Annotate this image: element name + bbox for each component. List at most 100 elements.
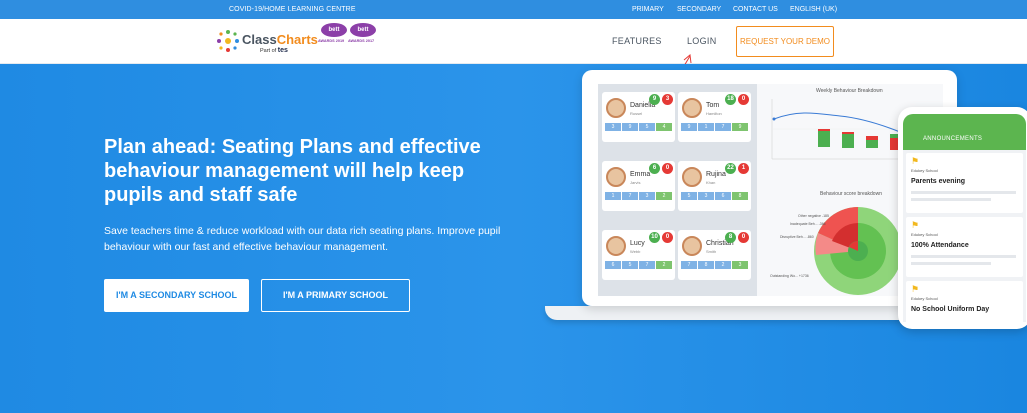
slice-label: Disruptive Beh... -860 — [780, 235, 814, 239]
data-cell: 2 — [656, 261, 672, 269]
pin-icon: ⚑ — [911, 220, 920, 230]
data-cell: 9 — [732, 123, 748, 131]
secondary-link[interactable]: SECONDARY — [677, 6, 721, 13]
negative-points-badge: 3 — [662, 94, 673, 105]
data-cell: 7 — [639, 261, 655, 269]
data-cell: 8 — [698, 261, 714, 269]
announcement-card[interactable]: ⚑ Edukey School Parents evening — [906, 153, 1023, 213]
slice-label: Inadequate Beh... -366 — [790, 222, 826, 226]
negative-points-badge: 0 — [662, 232, 673, 243]
announcement-card[interactable]: ⚑ Edukey School 100% Attendance — [906, 217, 1023, 277]
slice-label: Other negative -185 — [798, 214, 829, 218]
sparkle-logo-icon — [217, 30, 239, 52]
bett-award-badge: bett — [350, 23, 376, 37]
hero-headline: Plan ahead: Seating Plans and effective … — [104, 136, 481, 206]
award-caption: AWARDS 2019 — [318, 39, 345, 43]
data-cell: 5 — [681, 192, 697, 200]
student-avatar — [682, 167, 702, 187]
student-name: Tom — [706, 102, 720, 109]
negative-points-badge: 0 — [662, 163, 673, 174]
site-header: ClassCharts Part of tes bett bett AWARDS… — [0, 19, 1027, 87]
request-demo-button[interactable]: REQUEST YOUR DEMO — [736, 26, 834, 57]
data-cell: 6 — [715, 192, 731, 200]
data-cell: 3 — [605, 123, 621, 131]
announcement-title: Parents evening — [911, 178, 966, 185]
student-data-cells: 9179 — [681, 123, 748, 131]
phone-app-header: ANNOUNCEMENTS — [903, 114, 1026, 150]
bett-award-badge: bett — [321, 23, 347, 37]
data-cell: 6 — [605, 261, 621, 269]
primary-school-button[interactable]: I'M A PRIMARY SCHOOL — [261, 279, 410, 312]
student-data-cells: 6572 — [605, 261, 672, 269]
negative-points-badge: 0 — [738, 232, 749, 243]
text-placeholder-line — [911, 191, 1016, 194]
announcement-list: ⚑ Edukey School Parents evening ⚑ Edukey… — [903, 150, 1026, 322]
text-placeholder-line — [911, 255, 1016, 258]
student-data-cells: 1732 — [605, 192, 672, 200]
announcement-org: Edukey School — [911, 296, 938, 301]
positive-points-badge: 8 — [725, 232, 736, 243]
student-card[interactable]: Daniella Russel 9 3 3 9 5 4 — [602, 92, 675, 142]
positive-points-badge: 6 — [649, 163, 660, 174]
logo-text: ClassCharts — [242, 32, 318, 47]
student-data-cells: 3954 — [605, 123, 672, 131]
student-surname: Russel — [630, 111, 643, 116]
language-link[interactable]: ENGLISH (UK) — [790, 6, 837, 13]
student-card[interactable]: Lucy Webb 10 0 6 5 7 2 — [602, 230, 675, 280]
positive-points-badge: 10 — [649, 232, 660, 243]
login-link[interactable]: LOGIN — [687, 36, 717, 46]
covid-learning-link[interactable]: COVID-19/HOME LEARNING CENTRE — [229, 6, 356, 13]
negative-points-badge: 1 — [738, 163, 749, 174]
pin-icon: ⚑ — [911, 284, 920, 294]
student-name: Lucy — [630, 240, 645, 247]
student-data-cells: 7823 — [681, 261, 748, 269]
slice-label: Outstanding Wo... +1736 — [770, 274, 809, 278]
top-bar: COVID-19/HOME LEARNING CENTRE PRIMARY SE… — [0, 0, 1027, 19]
seating-plan: Daniella Russel 9 3 3 9 5 4 Tom Hamilton 18 0 9 1 7 9 Em… — [598, 84, 757, 296]
data-cell: 3 — [639, 192, 655, 200]
features-link[interactable]: FEATURES — [612, 36, 662, 46]
announcements-heading: ANNOUNCEMENTS — [923, 136, 983, 142]
data-cell: 7 — [715, 123, 731, 131]
student-avatar — [606, 167, 626, 187]
text-placeholder-line — [911, 262, 991, 265]
announcement-org: Edukey School — [911, 232, 938, 237]
student-data-cells: 5368 — [681, 192, 748, 200]
announcement-title: No School Uniform Day — [911, 306, 990, 313]
award-caption: AWARDS 2017 — [348, 39, 375, 43]
laptop-screen: Daniella Russel 9 3 3 9 5 4 Tom Hamilton 18 0 9 1 7 9 Em… — [598, 84, 943, 296]
data-cell: 8 — [732, 192, 748, 200]
secondary-school-button[interactable]: I'M A SECONDARY SCHOOL — [104, 279, 249, 312]
negative-points-badge: 0 — [738, 94, 749, 105]
data-cell: 3 — [698, 192, 714, 200]
score-chart-title: Behaviour score breakdown — [820, 191, 882, 197]
primary-link[interactable]: PRIMARY — [632, 6, 664, 13]
data-cell: 7 — [681, 261, 697, 269]
student-surname: Smith — [706, 249, 717, 254]
data-cell: 1 — [698, 123, 714, 131]
text-placeholder-line — [911, 198, 991, 201]
data-cell: 2 — [715, 261, 731, 269]
announcement-card[interactable]: ⚑ Edukey School No School Uniform Day — [906, 281, 1023, 322]
student-name: Rujina — [706, 171, 726, 178]
data-cell: 2 — [656, 192, 672, 200]
data-cell: 4 — [656, 123, 672, 131]
phone-mockup: ANNOUNCEMENTS ⚑ Edukey School Parents ev… — [898, 107, 1027, 329]
student-card[interactable]: Rujina Khan 22 1 5 3 6 8 — [678, 161, 751, 211]
data-cell: 9 — [681, 123, 697, 131]
data-cell: 7 — [622, 192, 638, 200]
positive-points-badge: 22 — [725, 163, 736, 174]
data-cell: 1 — [605, 192, 621, 200]
student-card[interactable]: Tom Hamilton 18 0 9 1 7 9 — [678, 92, 751, 142]
positive-points-badge: 9 — [649, 94, 660, 105]
student-card[interactable]: Christian Smith 8 0 7 8 2 3 — [678, 230, 751, 280]
student-card[interactable]: Emma Jarvis 6 0 1 7 3 2 — [602, 161, 675, 211]
student-avatar — [682, 98, 702, 118]
student-surname: Khan — [706, 180, 716, 185]
contact-us-link[interactable]: CONTACT US — [733, 6, 778, 13]
announcement-title: 100% Attendance — [911, 242, 969, 249]
student-surname: Hamilton — [706, 111, 722, 116]
student-avatar — [682, 236, 702, 256]
student-avatar — [606, 98, 626, 118]
announcement-org: Edukey School — [911, 168, 938, 173]
